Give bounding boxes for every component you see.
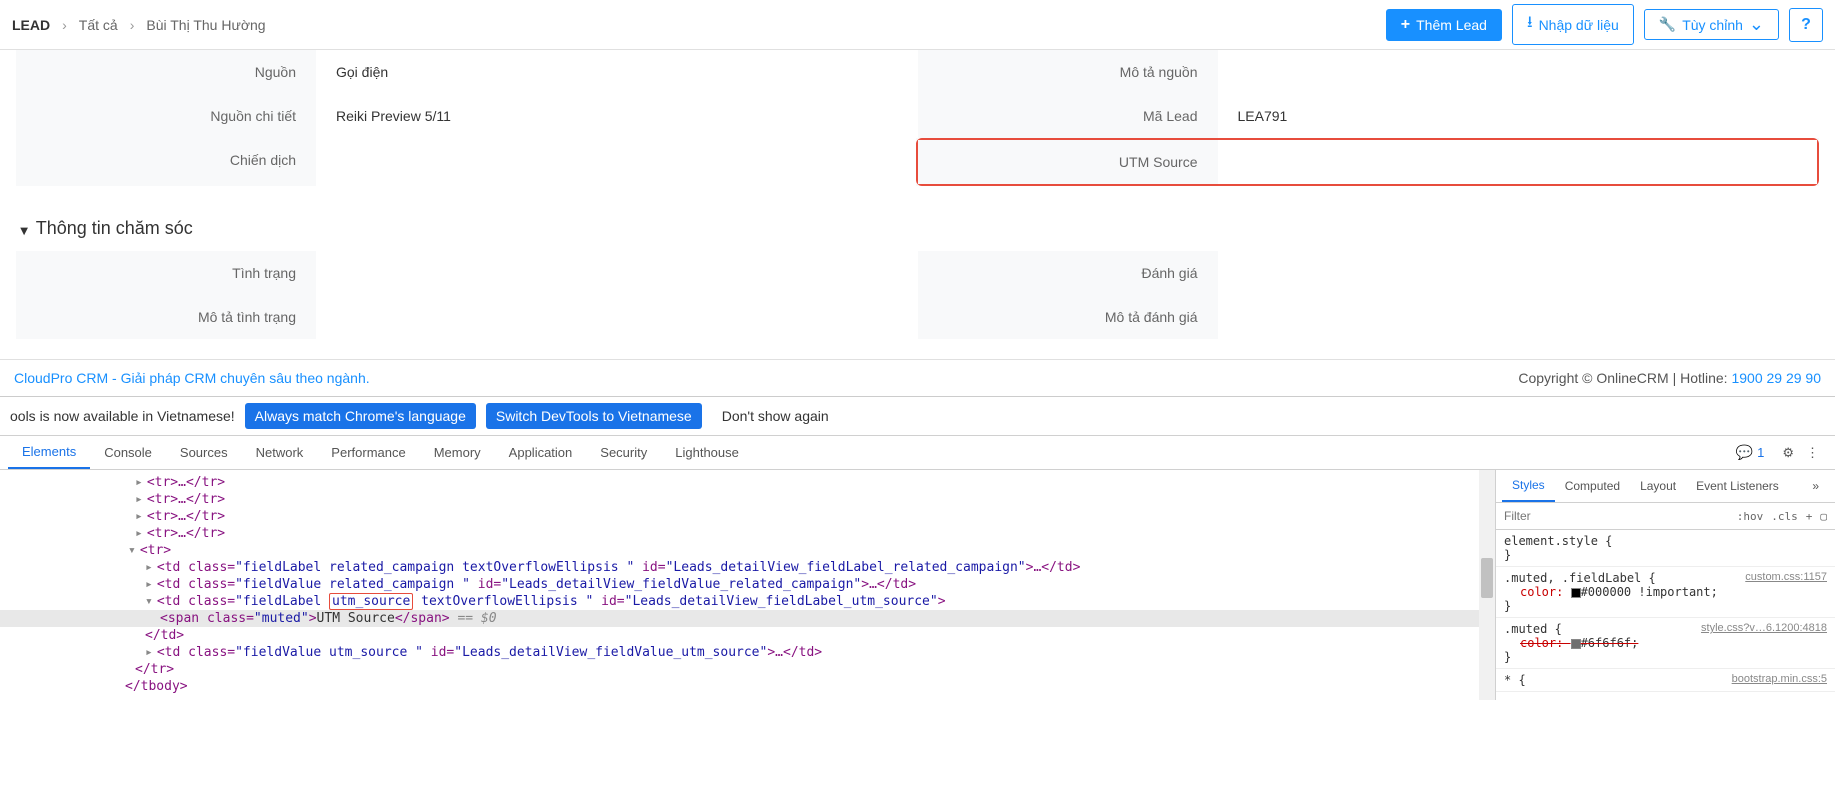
selected-dom-node[interactable]: <span class="muted">UTM Source</span> ==… [0,610,1495,627]
utm-source-value[interactable] [1218,140,1818,184]
tab-performance[interactable]: Performance [317,437,419,468]
side-tab-computed[interactable]: Computed [1555,471,1630,501]
banner-switch-vietnamese-button[interactable]: Switch DevTools to Vietnamese [486,403,702,429]
devtools-body: <tr>…</tr> <tr>…</tr> <tr>…</tr> <tr>…</… [0,470,1835,700]
help-icon [1801,16,1811,34]
breadcrumb-sep-1: › [62,17,67,33]
add-lead-button[interactable]: Thêm Lead [1386,9,1502,41]
css-source-link-3[interactable]: bootstrap.min.css:5 [1732,673,1827,685]
plus-icon [1401,16,1410,34]
status-desc-value[interactable] [316,295,918,339]
banner-message: ools is now available in Vietnamese! [10,408,235,424]
devtools-tabs: Elements Console Sources Network Perform… [0,436,1835,470]
kebab-icon[interactable] [1806,445,1819,461]
box-model-toggle[interactable]: ▢ [1820,510,1827,523]
import-button[interactable]: Nhập dữ liệu [1512,4,1634,45]
dom-tree[interactable]: <tr>…</tr> <tr>…</tr> <tr>…</tr> <tr>…</… [0,470,1495,700]
care-section-title: Thông tin chăm sóc [36,218,193,239]
cls-toggle[interactable]: .cls [1771,510,1798,523]
side-tab-event-listeners[interactable]: Event Listeners [1686,471,1789,501]
utm-source-highlight-box: utm_source [329,593,413,610]
side-tab-styles[interactable]: Styles [1502,470,1555,502]
breadcrumb-sep-2: › [130,17,135,33]
help-button[interactable] [1789,8,1823,42]
wrench-icon [1659,16,1676,33]
lead-code-value[interactable]: LEA791 [1218,94,1820,138]
customize-label: Tùy chỉnh [1682,17,1743,33]
side-tab-layout[interactable]: Layout [1630,471,1686,501]
new-style-rule[interactable]: + [1806,510,1813,523]
tab-network[interactable]: Network [242,437,318,468]
tab-lighthouse[interactable]: Lighthouse [661,437,753,468]
styles-panel: Styles Computed Layout Event Listeners »… [1495,470,1835,700]
source-value[interactable]: Gọi điện [316,50,918,94]
action-buttons: Thêm Lead Nhập dữ liệu Tùy chỉnh [1386,4,1823,45]
banner-dont-show-button[interactable]: Don't show again [712,403,839,429]
footer-bar: CloudPro CRM - Giải pháp CRM chuyên sâu … [0,359,1835,396]
css-source-link-1[interactable]: custom.css:1157 [1745,571,1827,583]
devtools-language-banner: ools is now available in Vietnamese! Alw… [0,397,1835,436]
source-label: Nguồn [16,50,316,94]
tab-security[interactable]: Security [586,437,661,468]
banner-match-language-button[interactable]: Always match Chrome's language [245,403,476,429]
rating-label: Đánh giá [918,251,1218,295]
breadcrumb: LEAD › Tất cả › Bùi Thị Thu Hường [12,17,266,33]
footer-hotline[interactable]: 1900 29 29 90 [1731,370,1821,386]
section-toggle-icon [20,218,28,239]
gear-icon[interactable] [1782,445,1794,461]
source-desc-value[interactable] [1218,50,1820,94]
source-detail-label: Nguồn chi tiết [16,94,316,138]
footer-right: Copyright © OnlineCRM | Hotline: 1900 29… [1518,370,1821,386]
tab-memory[interactable]: Memory [420,437,495,468]
issues-badge[interactable]: 1 [1730,442,1771,463]
care-panel: Tình trạng Đánh giá Mô tả tình trạng Mô … [16,251,1819,339]
campaign-value[interactable] [316,138,916,186]
status-label: Tình trạng [16,251,316,295]
status-value[interactable] [316,251,918,295]
breadcrumb-all[interactable]: Tất cả [79,17,118,33]
breadcrumb-name: Bùi Thị Thu Hường [146,17,265,33]
side-tab-more[interactable]: » [1802,471,1829,501]
tab-sources[interactable]: Sources [166,437,242,468]
color-swatch-black[interactable] [1571,588,1581,598]
source-detail-value[interactable]: Reiki Preview 5/11 [316,94,918,138]
utm-source-cell-highlight: UTM Source [916,138,1820,186]
campaign-label: Chiến dịch [16,138,316,186]
footer-copyright: Copyright © OnlineCRM | Hotline: [1518,370,1731,386]
lead-code-label: Mã Lead [918,94,1218,138]
devtools: ools is now available in Vietnamese! Alw… [0,396,1835,700]
rating-desc-label: Mô tả đánh giá [918,295,1218,339]
breadcrumb-root[interactable]: LEAD [12,17,50,33]
source-desc-label: Mô tả nguồn [918,50,1218,94]
dom-scrollbar[interactable] [1479,470,1495,700]
footer-brand[interactable]: CloudPro CRM - Giải pháp CRM chuyên sâu … [14,370,370,386]
source-panel: Nguồn Gọi điện Mô tả nguồn Nguồn chi tiế… [16,50,1819,186]
add-lead-label: Thêm Lead [1416,17,1487,33]
rating-value[interactable] [1218,251,1820,295]
top-bar: LEAD › Tất cả › Bùi Thị Thu Hường Thêm L… [0,0,1835,50]
status-desc-label: Mô tả tình trạng [16,295,316,339]
styles-filter-input[interactable] [1496,503,1729,529]
color-swatch-grey[interactable] [1571,639,1581,649]
css-source-link-2[interactable]: style.css?v…6.1200:4818 [1701,622,1827,634]
utm-source-label: UTM Source [918,140,1218,184]
import-label: Nhập dữ liệu [1539,17,1619,33]
tab-console[interactable]: Console [90,437,166,468]
chevron-down-icon [1749,17,1764,33]
tab-elements[interactable]: Elements [8,436,90,469]
care-section-header[interactable]: Thông tin chăm sóc [0,206,1835,251]
tab-application[interactable]: Application [495,437,587,468]
customize-button[interactable]: Tùy chỉnh [1644,9,1779,40]
rating-desc-value[interactable] [1218,295,1820,339]
hov-toggle[interactable]: :hov [1737,510,1764,523]
download-icon [1527,11,1533,38]
